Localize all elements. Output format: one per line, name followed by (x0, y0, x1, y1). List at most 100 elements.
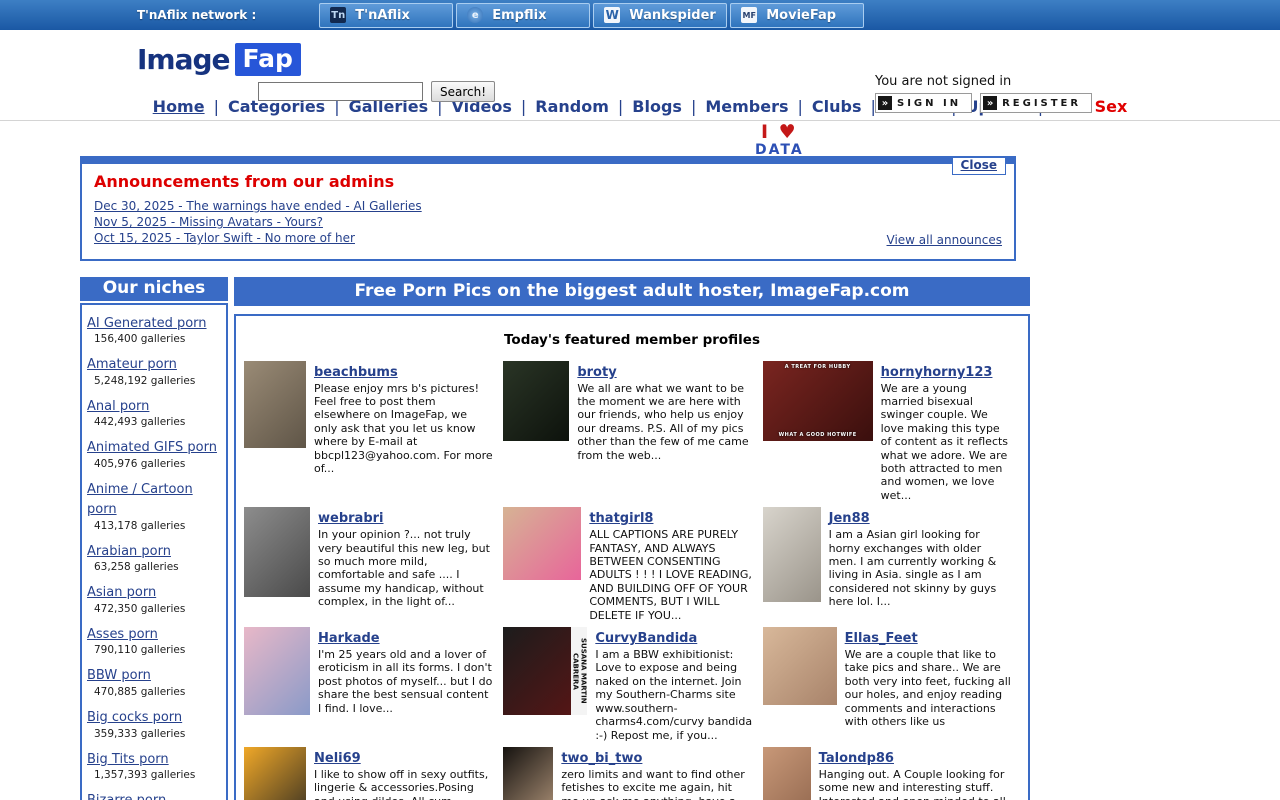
network-site-icon: W (604, 7, 620, 23)
profile-username-link[interactable]: Harkade (318, 631, 380, 646)
nav-blogs[interactable]: Blogs (632, 97, 682, 116)
niche-link[interactable]: Arabian porn (87, 544, 171, 559)
profile-username-link[interactable]: webrabri (318, 511, 384, 526)
network-site-icon: MF (741, 7, 757, 23)
logo-text-fap: Fap (235, 43, 301, 76)
profile-description: We are a young married bisexual swinger … (881, 382, 1012, 503)
network-site-label: MovieFap (766, 8, 836, 23)
profile-info: Ellas_Feet We are a couple that like to … (845, 627, 1012, 742)
niche-count: 472,350 galleries (94, 603, 223, 615)
profile-description: ALL CAPTIONS ARE PURELY FANTASY, AND ALW… (589, 528, 752, 622)
profile-info: beachbums Please enjoy mrs b's pictures!… (314, 361, 493, 503)
profile-info: Talondp86 Hanging out. A Couple looking … (819, 747, 1012, 800)
profile-thumbnail[interactable] (244, 507, 310, 597)
announcements-box: Close Announcements from our admins Dec … (80, 156, 1016, 261)
announcement-links: Dec 30, 2025 - The warnings have ended -… (94, 198, 1002, 247)
niche-count: 413,178 galleries (94, 520, 223, 532)
niche-link[interactable]: Amateur porn (87, 357, 177, 372)
sign-in-button[interactable]: » SIGN IN (875, 93, 972, 113)
search-button[interactable]: Search! (431, 81, 495, 102)
profile-thumbnail[interactable] (763, 507, 821, 602)
signin-status-text: You are not signed in (875, 74, 1092, 89)
arrow-icon: » (878, 96, 892, 110)
profile-info: broty We all are what we want to be the … (577, 361, 752, 503)
niche-item: Amateur porn 5,248,192 galleries (87, 353, 223, 387)
niche-link[interactable]: Asian porn (87, 585, 156, 600)
network-site-tab[interactable]: MF MovieFap (730, 3, 864, 28)
imagefap-logo[interactable]: Image Fap (137, 43, 301, 76)
profile-info: Harkade I'm 25 years old and a lover of … (318, 627, 493, 742)
niche-item: Animated GIFS porn 405,976 galleries (87, 436, 223, 470)
profile-description: I'm 25 years old and a lover of eroticis… (318, 648, 493, 715)
nav-clubs[interactable]: Clubs (812, 97, 862, 116)
nav-home[interactable]: Home (153, 97, 205, 116)
profile-username-link[interactable]: hornyhorny123 (881, 365, 993, 380)
niche-count: 442,493 galleries (94, 416, 223, 428)
niche-link[interactable]: Bizarre porn (87, 793, 166, 800)
profile-username-link[interactable]: broty (577, 365, 616, 380)
niche-link[interactable]: Animated GIFS porn (87, 440, 217, 455)
profile-username-link[interactable]: Talondp86 (819, 751, 894, 766)
niche-link[interactable]: Anal porn (87, 399, 149, 414)
profile-thumbnail[interactable] (503, 507, 581, 580)
announcements-title: Announcements from our admins (94, 172, 1002, 191)
i-love-data-logo: I ♥ DATA (755, 123, 804, 157)
network-label: T'nAflix network : (137, 8, 256, 22)
niche-link[interactable]: Big cocks porn (87, 710, 182, 725)
nav-separator: | (521, 97, 526, 116)
niche-count: 1,357,393 galleries (94, 769, 223, 781)
register-button[interactable]: » REGISTER (980, 93, 1092, 113)
member-profile-card: Jen88 I am a Asian girl looking for horn… (763, 507, 1022, 622)
network-site-tab[interactable]: e Empflix (456, 3, 590, 28)
member-profile-card: Ellas_Feet We are a couple that like to … (763, 627, 1022, 742)
profile-thumbnail[interactable] (503, 361, 569, 441)
profile-description: Please enjoy mrs b's pictures! Feel free… (314, 382, 493, 476)
niche-item: Bizarre porn 134,815 galleries (87, 789, 223, 800)
profile-info: thatgirl8 ALL CAPTIONS ARE PURELY FANTAS… (589, 507, 752, 622)
niche-link[interactable]: Asses porn (87, 627, 158, 642)
view-all-announces-link[interactable]: View all announces (887, 233, 1002, 247)
close-announcements-button[interactable]: Close (952, 157, 1006, 175)
profile-thumbnail[interactable]: SUSANA MARTIN CABRERA (503, 627, 587, 715)
profile-info: CurvyBandida I am a BBW exhibitionist: L… (595, 627, 752, 742)
network-topbar: T'nAflix network : Tn T'nAflix e Empflix… (0, 0, 1280, 30)
announcement-link[interactable]: Oct 15, 2025 - Taylor Swift - No more of… (94, 230, 1002, 246)
network-site-label: Empflix (492, 8, 546, 23)
announcement-link[interactable]: Nov 5, 2025 - Missing Avatars - Yours? (94, 214, 1002, 230)
profile-username-link[interactable]: Neli69 (314, 751, 361, 766)
member-profile-card: Talondp86 Hanging out. A Couple looking … (763, 747, 1022, 800)
niche-link[interactable]: Big Tits porn (87, 752, 169, 767)
network-site-tab[interactable]: W Wankspider (593, 3, 727, 28)
profile-username-link[interactable]: Jen88 (829, 511, 870, 526)
profile-thumbnail[interactable] (503, 747, 553, 800)
announcement-link[interactable]: Dec 30, 2025 - The warnings have ended -… (94, 198, 1002, 214)
niches-sidebar-title: Our niches (80, 277, 228, 301)
profile-username-link[interactable]: beachbums (314, 365, 398, 380)
nav-members[interactable]: Members (705, 97, 788, 116)
network-site-label: Wankspider (629, 8, 716, 23)
niche-link[interactable]: BBW porn (87, 668, 151, 683)
search-input[interactable] (258, 82, 423, 101)
niche-link[interactable]: AI Generated porn (87, 316, 207, 331)
member-profile-card: thatgirl8 ALL CAPTIONS ARE PURELY FANTAS… (503, 507, 762, 622)
network-site-tab[interactable]: Tn T'nAflix (319, 3, 453, 28)
profile-thumbnail[interactable] (244, 747, 306, 800)
thumbnail-caption-bottom: WHAT A GOOD HOTWIFE (763, 432, 873, 438)
thumbnail-caption-side: SUSANA MARTIN CABRERA (571, 627, 587, 715)
profile-username-link[interactable]: Ellas_Feet (845, 631, 918, 646)
profile-description: I am a BBW exhibitionist: Love to expose… (595, 648, 752, 742)
profile-username-link[interactable]: thatgirl8 (589, 511, 653, 526)
profile-thumbnail[interactable] (244, 361, 306, 448)
profile-thumbnail[interactable] (244, 627, 310, 715)
profile-thumbnail[interactable]: A TREAT FOR HUBBY WHAT A GOOD HOTWIFE (763, 361, 873, 441)
network-site-label: T'nAflix (355, 8, 410, 23)
profile-thumbnail[interactable] (763, 627, 837, 705)
profile-username-link[interactable]: CurvyBandida (595, 631, 697, 646)
profile-thumbnail[interactable] (763, 747, 811, 800)
profile-description: We are a couple that like to take pics a… (845, 648, 1012, 728)
nav-random[interactable]: Random (535, 97, 609, 116)
niche-link[interactable]: Anime / Cartoon porn (87, 482, 193, 518)
profile-info: two_bi_two zero limits and want to find … (561, 747, 752, 800)
profile-username-link[interactable]: two_bi_two (561, 751, 642, 766)
featured-profiles-box: Today's featured member profiles beachbu… (234, 314, 1030, 800)
